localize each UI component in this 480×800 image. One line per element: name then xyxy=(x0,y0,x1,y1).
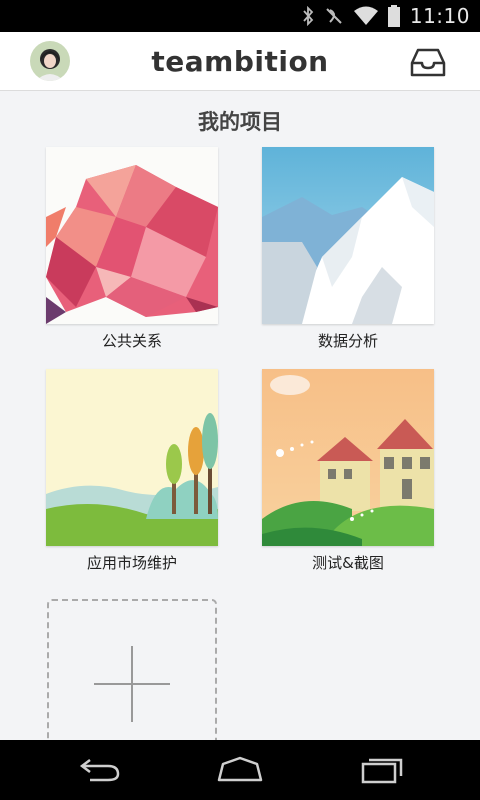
project-label: 数据分析 xyxy=(317,332,378,350)
section-title: 我的项目 xyxy=(198,110,282,134)
status-time: 11:10 xyxy=(409,4,470,28)
project-card-public-relations[interactable]: 公共关系 xyxy=(46,147,218,351)
recent-apps-button[interactable] xyxy=(352,750,412,790)
system-nav-bar xyxy=(0,740,480,800)
home-icon xyxy=(217,756,263,782)
app-header: teambition xyxy=(0,32,480,91)
project-card-testing-screenshots[interactable]: 测试&截图 xyxy=(262,369,434,573)
project-thumbnail xyxy=(46,369,218,546)
project-card-data-analysis[interactable]: 数据分析 xyxy=(262,147,434,351)
inbox-button[interactable] xyxy=(408,47,448,79)
back-button[interactable] xyxy=(70,750,130,790)
project-label: 公共关系 xyxy=(101,332,162,350)
project-thumbnail xyxy=(46,147,218,324)
bluetooth-icon xyxy=(303,6,314,26)
project-card-app-market-maintenance[interactable]: 应用市场维护 xyxy=(46,369,218,573)
vibrate-icon xyxy=(326,8,342,24)
battery-icon xyxy=(387,5,400,27)
back-icon xyxy=(79,759,120,782)
add-project-button[interactable] xyxy=(47,599,217,749)
status-bar: 11:10 xyxy=(0,0,480,32)
inbox-icon xyxy=(410,48,446,77)
plus-icon xyxy=(94,646,170,722)
project-label: 测试&截图 xyxy=(312,554,384,572)
project-thumbnail xyxy=(262,147,434,324)
recent-apps-icon xyxy=(361,758,403,784)
wifi-icon xyxy=(353,6,378,25)
home-button[interactable] xyxy=(210,750,270,790)
project-thumbnail xyxy=(262,369,434,546)
project-label: 应用市场维护 xyxy=(86,554,177,572)
